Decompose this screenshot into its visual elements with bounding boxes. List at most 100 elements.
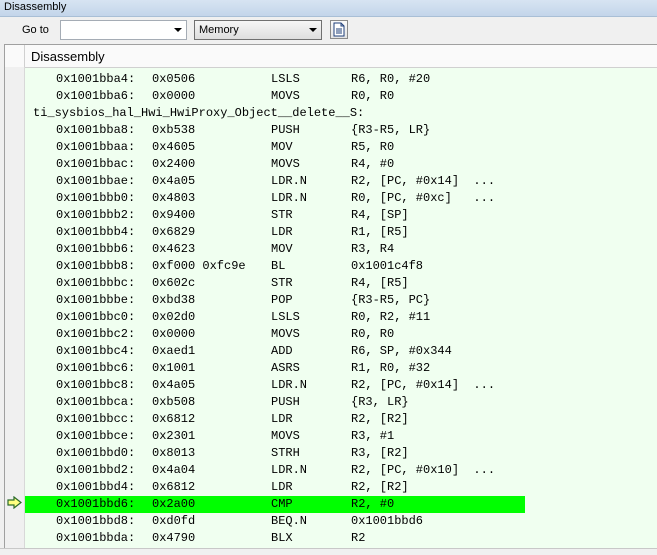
breakpoint-gutter[interactable] [5, 67, 25, 549]
instruction-address: 0x1001bbd0: [56, 446, 136, 460]
instruction-opcode: 0x1001 [152, 361, 196, 375]
instruction-row[interactable]: 0x1001bbc2: 0x0000 MOVS R0, R0 [25, 326, 657, 343]
instruction-mnemonic: MOVS [271, 89, 300, 103]
instruction-mnemonic: ASRS [271, 361, 300, 375]
instruction-row[interactable]: 0x1001bbce: 0x2301 MOVS R3, #1 [25, 428, 657, 445]
instruction-address: 0x1001bbc4: [56, 344, 136, 358]
chevron-down-icon[interactable] [169, 21, 186, 39]
instruction-mnemonic: LSLS [271, 310, 300, 324]
instruction-opcode: 0x4605 [152, 140, 196, 154]
instruction-mnemonic: STR [271, 208, 293, 222]
instruction-mnemonic: MOVS [271, 157, 300, 171]
instruction-row[interactable]: 0x1001bbcc: 0x6812 LDR R2, [R2] [25, 411, 657, 428]
instruction-operands: R2, [PC, #0x10] ... [351, 463, 496, 477]
instruction-mnemonic: LDR.N [271, 191, 308, 205]
instruction-row[interactable]: 0x1001bbda: 0x4790 BLX R2 [25, 530, 657, 547]
instruction-address: 0x1001bbc8: [56, 378, 136, 392]
instruction-opcode: 0xaed1 [152, 344, 196, 358]
instruction-row[interactable]: 0x1001bbb4: 0x6829 LDR R1, [R5] [25, 224, 657, 241]
instruction-address: 0x1001bba8: [56, 123, 136, 137]
instruction-row[interactable]: 0x1001bba8: 0xb538 PUSH {R3-R5, LR} [25, 122, 657, 139]
instruction-operands: R0, [PC, #0xc] ... [351, 191, 496, 205]
instruction-address: 0x1001bbb4: [56, 225, 136, 239]
instruction-row[interactable]: 0x1001bbb2: 0x9400 STR R4, [SP] [25, 207, 657, 224]
instruction-mnemonic: LDR.N [271, 463, 308, 477]
instruction-row[interactable]: 0x1001bbbe: 0xbd38 POP {R3-R5, PC} [25, 292, 657, 309]
instruction-mnemonic: MOVS [271, 429, 300, 443]
instruction-operands: {R3, LR} [351, 395, 409, 409]
current-instruction-row[interactable]: 0x1001bbd6: 0x2a00 CMP R2, #0 [25, 496, 525, 513]
instruction-row[interactable]: 0x1001bbb8: 0xf000 0xfc9e BL 0x1001c4f8 [25, 258, 657, 275]
disassembly-header: Disassembly [5, 45, 657, 68]
status-strip [0, 548, 657, 555]
instruction-mnemonic: LDR [271, 412, 293, 426]
goto-combobox[interactable] [60, 20, 187, 40]
instruction-row[interactable]: 0x1001bbb0: 0x4803 LDR.N R0, [PC, #0xc] ... [25, 190, 657, 207]
instruction-mnemonic: BEQ.N [271, 514, 308, 528]
instruction-row[interactable]: 0x1001bbaa: 0x4605 MOV R5, R0 [25, 139, 657, 156]
instruction-opcode: 0xb508 [152, 395, 196, 409]
instruction-opcode: 0xd0fd [152, 514, 196, 528]
instruction-operands: R3, [R2] [351, 446, 409, 460]
instruction-row[interactable]: 0x1001bbc4: 0xaed1 ADD R6, SP, #0x344 [25, 343, 657, 360]
header-gutter [5, 45, 25, 67]
instruction-operands: R1, [R5] [351, 225, 409, 239]
instruction-opcode: 0x0506 [152, 72, 196, 86]
instruction-address: 0x1001bbd4: [56, 480, 136, 494]
symbol-label-row[interactable]: ti_sysbios_hal_Hwi_HwiProxy_Object__dele… [25, 105, 657, 122]
instruction-row[interactable]: 0x1001bbb6: 0x4623 MOV R3, R4 [25, 241, 657, 258]
instruction-opcode: 0x4a04 [152, 463, 196, 477]
instruction-address: 0x1001bbd2: [56, 463, 136, 477]
instruction-operands: R5, R0 [351, 140, 395, 154]
instruction-operands: R4, [SP] [351, 208, 409, 222]
instruction-address: 0x1001bbae: [56, 174, 136, 188]
instruction-address: 0x1001bba4: [56, 72, 136, 86]
instruction-row[interactable]: 0x1001bba6: 0x0000 MOVS R0, R0 [25, 88, 657, 105]
instruction-row[interactable]: 0x1001bbc0: 0x02d0 LSLS R0, R2, #11 [25, 309, 657, 326]
instruction-row[interactable]: 0x1001bbca: 0xb508 PUSH {R3, LR} [25, 394, 657, 411]
instruction-opcode: 0x6812 [152, 480, 196, 494]
instruction-operands: 0x1001bbd6 [351, 514, 424, 528]
instruction-opcode: 0x8013 [152, 446, 196, 460]
instruction-operands: R2, [R2] [351, 480, 409, 494]
instruction-operands: {R3-R5, LR} [351, 123, 431, 137]
memory-dropdown[interactable]: Memory [194, 20, 322, 40]
goto-input[interactable] [63, 22, 167, 38]
disassembly-panel: Disassembly 0x1001bba4: 0x0506 LSLS R6, R0,… [4, 44, 657, 549]
instruction-opcode: 0x4623 [152, 242, 196, 256]
instruction-row[interactable]: 0x1001bbc6: 0x1001 ASRS R1, R0, #32 [25, 360, 657, 377]
instruction-opcode: 0x602c [152, 276, 196, 290]
symbol-label: ti_sysbios_hal_Hwi_HwiProxy_Object__dele… [33, 106, 365, 120]
document-button[interactable] [330, 20, 348, 39]
instruction-row[interactable]: 0x1001bbbc: 0x602c STR R4, [R5] [25, 275, 657, 292]
instruction-mnemonic: STRH [271, 446, 300, 460]
instruction-mnemonic: LDR.N [271, 378, 308, 392]
instruction-address: 0x1001bbb6: [56, 242, 136, 256]
instruction-operands: R0, R0 [351, 89, 395, 103]
instruction-row[interactable]: 0x1001bbc8: 0x4a05 LDR.N R2, [PC, #0x14] ..… [25, 377, 657, 394]
instruction-operands: R2, [R2] [351, 412, 409, 426]
toolbar: Go to Memory [0, 17, 657, 44]
instruction-row[interactable]: 0x1001bbd8: 0xd0fd BEQ.N 0x1001bbd6 [25, 513, 657, 530]
instruction-row[interactable]: 0x1001bbae: 0x4a05 LDR.N R2, [PC, #0x14] ..… [25, 173, 657, 190]
instruction-mnemonic: MOV [271, 242, 293, 256]
instruction-operands: R0, R0 [351, 327, 395, 341]
instruction-operands: R4, [R5] [351, 276, 409, 290]
window-title-bar: Disassembly [0, 0, 657, 17]
instruction-operands: R3, R4 [351, 242, 395, 256]
instruction-row[interactable]: 0x1001bba4: 0x0506 LSLS R6, R0, #20 [25, 71, 657, 88]
chevron-down-icon[interactable] [304, 21, 321, 39]
instruction-mnemonic: BLX [271, 531, 293, 545]
instruction-row[interactable]: 0x1001bbd2: 0x4a04 LDR.N R2, [PC, #0x10] ..… [25, 462, 657, 479]
instruction-row[interactable]: 0x1001bbac: 0x2400 MOVS R4, #0 [25, 156, 657, 173]
disassembly-listing[interactable]: 0x1001bba4: 0x0506 LSLS R6, R0, #20 0x1001bb… [25, 71, 657, 549]
instruction-row[interactable]: 0x1001bbd0: 0x8013 STRH R3, [R2] [25, 445, 657, 462]
instruction-address: 0x1001bbda: [56, 531, 136, 545]
instruction-mnemonic: CMP [271, 497, 293, 511]
instruction-address: 0x1001bbb0: [56, 191, 136, 205]
instruction-row[interactable]: 0x1001bbd4: 0x6812 LDR R2, [R2] [25, 479, 657, 496]
instruction-operands: {R3-R5, PC} [351, 293, 431, 307]
instruction-address: 0x1001bbcc: [56, 412, 136, 426]
instruction-mnemonic: BL [271, 259, 286, 273]
instruction-mnemonic: MOV [271, 140, 293, 154]
